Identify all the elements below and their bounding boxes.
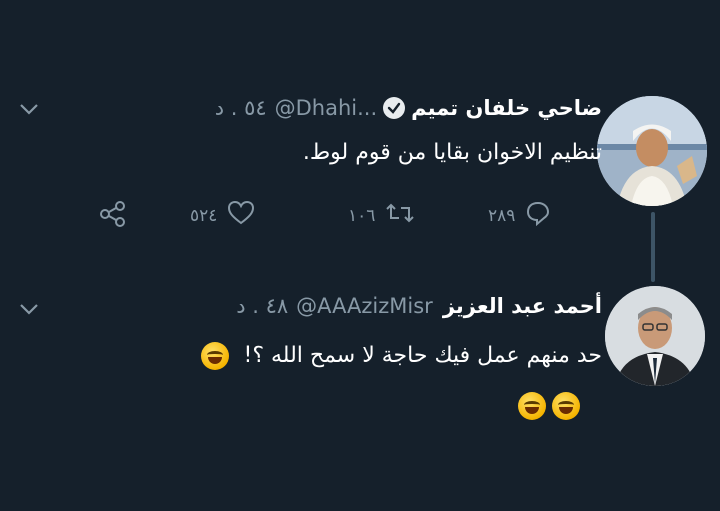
tweet-2-text-content: حد منهم عمل فيك حاجة لا سمح الله ؟! <box>243 343 603 368</box>
retweet-icon <box>385 200 415 231</box>
grinning-sweat-emoji-icon <box>552 392 580 420</box>
retweet-button[interactable]: ١٠٦ <box>348 200 415 231</box>
like-button[interactable]: ٥٢٤ <box>190 200 255 231</box>
display-name[interactable]: أحمد عبد العزيز <box>443 294 602 318</box>
share-icon <box>98 200 128 233</box>
tweet-2-header: أحمد عبد العزيز @AAAzizMisr ٤٨ . د <box>236 294 602 318</box>
timestamp[interactable]: ٥٤ . د <box>215 96 267 120</box>
username-handle[interactable]: @AAAzizMisr <box>296 294 433 318</box>
tweet-2-text: حد منهم عمل فيك حاجة لا سمح الله ؟! <box>200 342 603 370</box>
verified-badge-icon <box>383 97 406 119</box>
reply-button[interactable]: ٢٨٩ <box>488 200 551 231</box>
tweet-1-text: تنظيم الاخوان بقايا من قوم لوط. <box>302 140 602 165</box>
like-count: ٥٢٤ <box>190 205 218 226</box>
tweet-1-header: ضاحي خلفان تميم @Dhahi... ٥٤ . د <box>215 96 602 120</box>
grinning-sweat-emoji-icon <box>518 392 546 420</box>
retweet-count: ١٠٦ <box>348 205 376 226</box>
reply-icon <box>525 200 551 231</box>
share-button[interactable] <box>98 200 128 233</box>
display-name[interactable]: ضاحي خلفان تميم <box>411 96 602 120</box>
avatar-tweet-1[interactable] <box>597 96 707 206</box>
tweet-1[interactable]: ضاحي خلفان تميم @Dhahi... ٥٤ . د تنظيم ا… <box>0 0 720 282</box>
avatar-tweet-2[interactable] <box>605 286 705 386</box>
heart-icon <box>227 200 255 231</box>
chevron-down-icon[interactable] <box>18 100 40 122</box>
reply-count: ٢٨٩ <box>488 205 516 226</box>
emoji-row <box>518 392 580 420</box>
username-handle[interactable]: @Dhahi... <box>275 96 378 120</box>
tweet-1-actions: ٢٨٩ ١٠٦ ٥٢٤ <box>0 200 720 234</box>
timestamp[interactable]: ٤٨ . د <box>236 294 288 318</box>
chevron-down-icon[interactable] <box>18 300 40 322</box>
rolling-laughing-emoji-icon <box>200 342 229 370</box>
tweet-2[interactable]: أحمد عبد العزيز @AAAzizMisr ٤٨ . د حد من… <box>0 270 720 470</box>
